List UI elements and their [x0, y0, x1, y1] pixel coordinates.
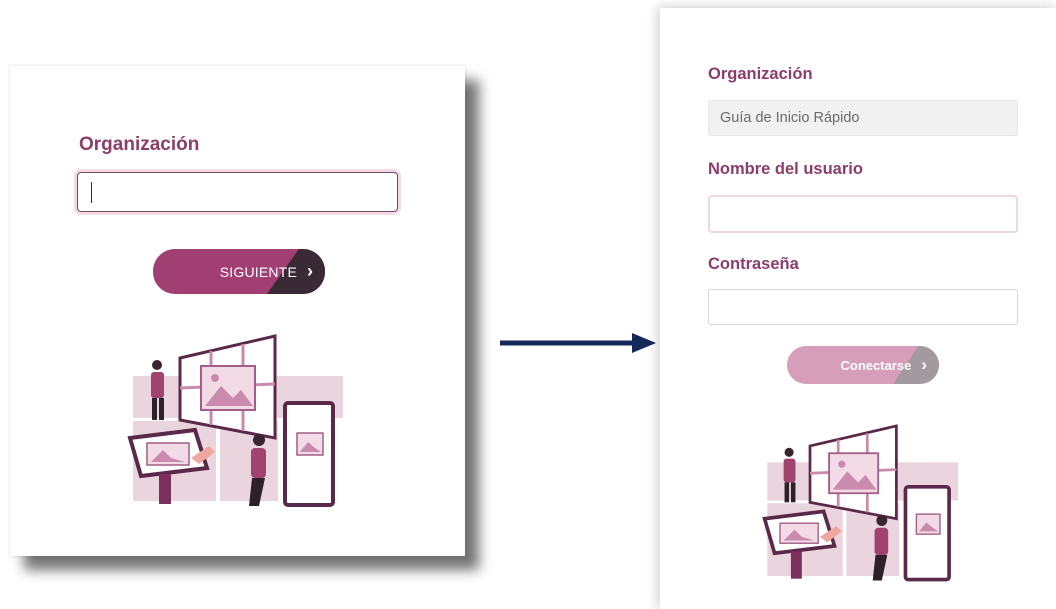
password-input[interactable]: [708, 289, 1018, 325]
org-label: Organización: [79, 134, 200, 155]
login-button-label: Conectarse: [840, 357, 912, 373]
username-input[interactable]: [708, 195, 1018, 233]
login-panel-step1: Organización SIGUIENTE ›: [10, 66, 465, 556]
digital-signage-illustration: [127, 334, 343, 507]
chevron-right-icon: ›: [921, 355, 927, 374]
organization-input[interactable]: [77, 172, 398, 212]
next-button-label: SIGUIENTE: [219, 263, 297, 280]
arrow-right-icon: [500, 333, 656, 353]
text-cursor: [91, 182, 92, 203]
next-button[interactable]: SIGUIENTE ›: [153, 249, 325, 294]
login-button[interactable]: Conectarse ›: [787, 346, 939, 384]
org-label: Organización: [708, 65, 813, 83]
organization-value: Guía de Inicio Rápido: [720, 110, 860, 126]
chevron-right-icon: ›: [307, 261, 313, 281]
password-label: Contraseña: [708, 255, 799, 273]
organization-field: Guía de Inicio Rápido: [708, 100, 1018, 136]
login-panel-step2: Organización Guía de Inicio Rápido Nombr…: [660, 8, 1056, 609]
username-label: Nombre del usuario: [708, 160, 863, 178]
digital-signage-illustration: [762, 424, 959, 582]
